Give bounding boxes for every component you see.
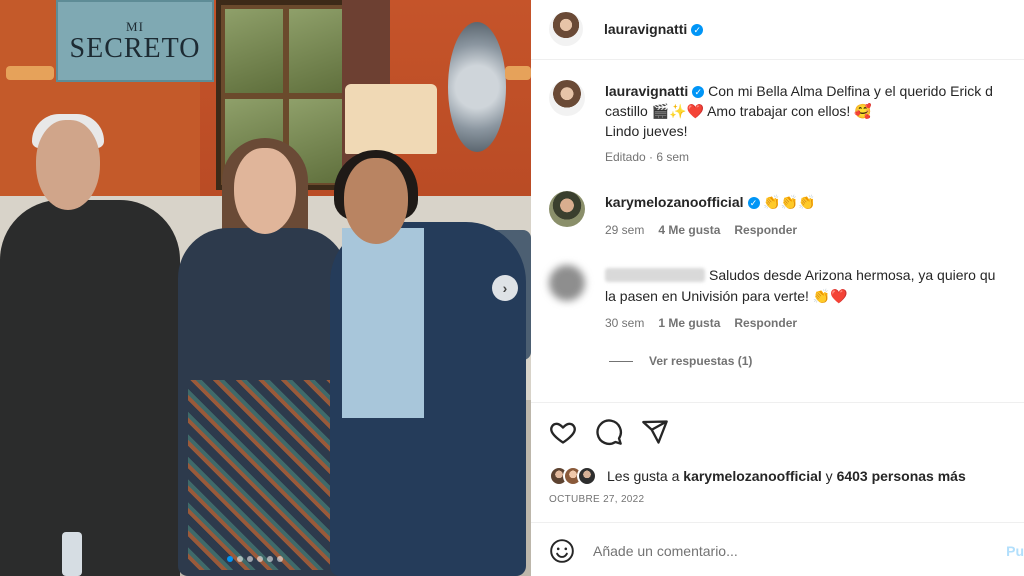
comment-age[interactable]: 29 sem [605,223,644,237]
avatar[interactable] [549,12,583,46]
comment-avatar-blurred[interactable] [549,265,585,301]
post-date[interactable]: OCTUBRE 27, 2022 [549,494,644,505]
water-bottle [62,532,82,576]
caption-meta: Editado · 6 sem [605,150,689,164]
comment-username-blurred[interactable] [605,268,705,282]
comment-likes[interactable]: 1 Me gusta [658,316,720,330]
comment-row: karymelozanoofficial ✓ 👏👏👏 [605,192,816,212]
wall-lamp-right [505,66,531,80]
verified-badge-icon: ✓ [692,86,705,98]
divider [531,402,1024,403]
replies-line [609,360,633,362]
reply-button[interactable]: Responder [734,223,797,237]
verified-badge-icon: ✓ [747,197,760,209]
caption-timestamp[interactable]: Editado · 6 sem [605,150,689,164]
liker-avatar[interactable] [577,466,597,486]
comment-age[interactable]: 30 sem [605,316,644,330]
heart-icon[interactable] [549,418,577,446]
carousel-dot [237,556,243,562]
share-icon[interactable] [641,418,669,446]
sign-text-main: SECRETO [69,33,201,64]
likes-prefix: Les gusta a [607,468,680,484]
mirror [448,22,506,152]
reply-button[interactable]: Responder [734,316,797,330]
comment-input[interactable] [593,543,983,559]
post-photo[interactable]: MI SECRETO › [0,0,531,576]
show-sign: MI SECRETO [56,0,214,82]
comment-likes[interactable]: 4 Me gusta [658,223,720,237]
carousel-dot [257,556,263,562]
comment-text-2: la pasen en Univisión para verte! 👏❤️ [605,288,848,304]
comment-row: Saludos desde Arizona hermosa, ya quiero… [605,265,995,285]
add-comment-bar: Pu [549,536,1024,566]
comment-text: 👏👏👏 [763,194,816,210]
wall-lamp [6,66,54,80]
lamp [345,84,437,154]
comment-username[interactable]: karymelozanoofficial [605,194,744,210]
carousel-next-button[interactable]: › [492,275,518,301]
person-right-face [344,158,408,244]
action-bar [549,418,669,446]
post-header: lauravignatti ✓ [531,0,1024,60]
chevron-right-icon: › [502,280,508,296]
person-left [0,200,180,576]
carousel-dot [267,556,273,562]
caption-avatar[interactable] [549,80,585,116]
comment-text: Saludos desde Arizona hermosa, ya quiero… [709,267,996,283]
comments-section[interactable]: lauravignatti ✓ Con mi Bella Alma Delfina… [531,61,1024,397]
carousel-dot [247,556,253,562]
header-username-text[interactable]: lauravignatti [604,21,687,37]
post-button[interactable]: Pu [1006,543,1024,559]
caption-text-2: castillo 🎬✨❤️ Amo trabajar con ellos! 🥰 [605,103,872,119]
caption-line: lauravignatti ✓ Con mi Bella Alma Delfina… [605,81,993,101]
view-replies-button[interactable]: Ver respuestas (1) [609,354,752,368]
emoji-icon[interactable] [549,538,575,564]
view-replies-label[interactable]: Ver respuestas (1) [649,354,752,368]
comment-icon[interactable] [595,418,623,446]
verified-badge-icon: ✓ [691,24,704,36]
caption-text-3: Lindo jueves! [605,123,688,139]
post-panel: lauravignatti ✓ lauravignatti ✓ Con mi Bel… [531,0,1024,576]
likes-row: Les gusta a karymelozanoofficial y 6403 … [549,466,966,486]
carousel-indicator [227,556,283,562]
carousel-dot [277,556,283,562]
comment-meta: 29 sem 4 Me gusta Responder [605,223,797,237]
likes-others[interactable]: 6403 personas más [837,468,966,484]
caption-username[interactable]: lauravignatti [605,83,688,99]
comment-meta: 30 sem 1 Me gusta Responder [605,316,797,330]
likes-joiner: y [825,468,833,484]
divider [531,522,1024,523]
likes-user[interactable]: karymelozanoofficial [683,468,822,484]
carousel-dot [227,556,233,562]
caption-text-1: Con mi Bella Alma Delfina y el querido E… [708,83,993,99]
person-right-shirt [342,228,424,418]
likes-summary: Les gusta a karymelozanoofficial y 6403 … [607,468,966,484]
person-left-face [36,120,100,210]
comment-avatar[interactable] [549,191,585,227]
header-username[interactable]: lauravignatti ✓ [604,21,704,37]
person-center-face [234,148,296,234]
